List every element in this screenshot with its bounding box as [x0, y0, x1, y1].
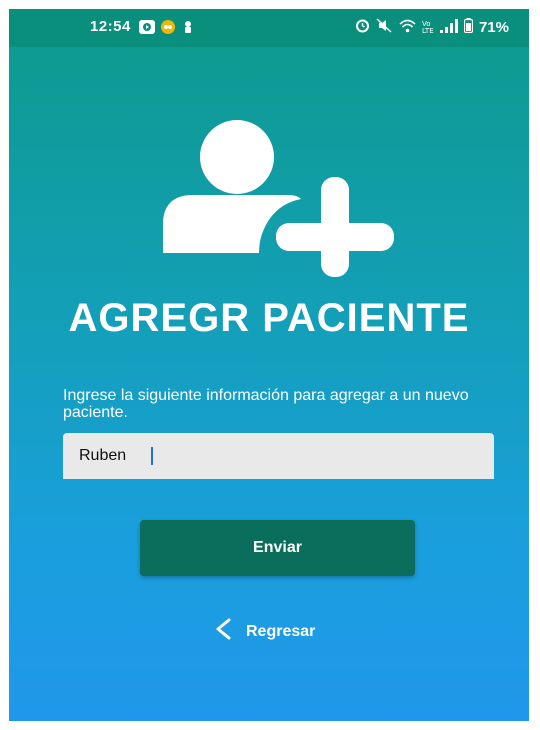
- app-screen: 12:54 Vo LTE 71% AGREGR PACIENTE Ingrese…: [9, 9, 529, 721]
- battery-icon: [463, 18, 474, 37]
- status-left: 12:54: [90, 18, 197, 35]
- add-user-icon: [163, 119, 397, 279]
- submit-button[interactable]: Enviar: [140, 520, 415, 576]
- battery-percent: 71%: [478, 19, 509, 36]
- submit-button-label: Enviar: [253, 539, 302, 556]
- signal-icon: [439, 18, 458, 37]
- chevron-left-icon: [214, 618, 232, 645]
- back-link[interactable]: Regresar: [214, 618, 315, 645]
- instructions-text: Ingrese la siguiente información para ag…: [63, 387, 469, 421]
- svg-text:LTE: LTE: [422, 27, 434, 33]
- page-title: AGREGR PACIENTE: [68, 296, 470, 340]
- mute-icon: [376, 18, 393, 37]
- alarm-icon: [355, 18, 370, 37]
- status-right: Vo LTE 71%: [355, 18, 509, 37]
- app-icon: [160, 19, 175, 34]
- patient-name-field[interactable]: [63, 433, 494, 479]
- status-time: 12:54: [90, 18, 131, 35]
- notification-icon: [183, 20, 197, 34]
- wifi-icon: [399, 19, 416, 37]
- back-link-label: Regresar: [246, 622, 316, 640]
- lte-icon: Vo LTE: [422, 19, 434, 37]
- status-bar: 12:54 Vo LTE 71%: [9, 9, 529, 47]
- text-cursor: [151, 447, 154, 465]
- youtube-icon: [138, 19, 155, 34]
- patient-name-input[interactable]: [79, 447, 147, 466]
